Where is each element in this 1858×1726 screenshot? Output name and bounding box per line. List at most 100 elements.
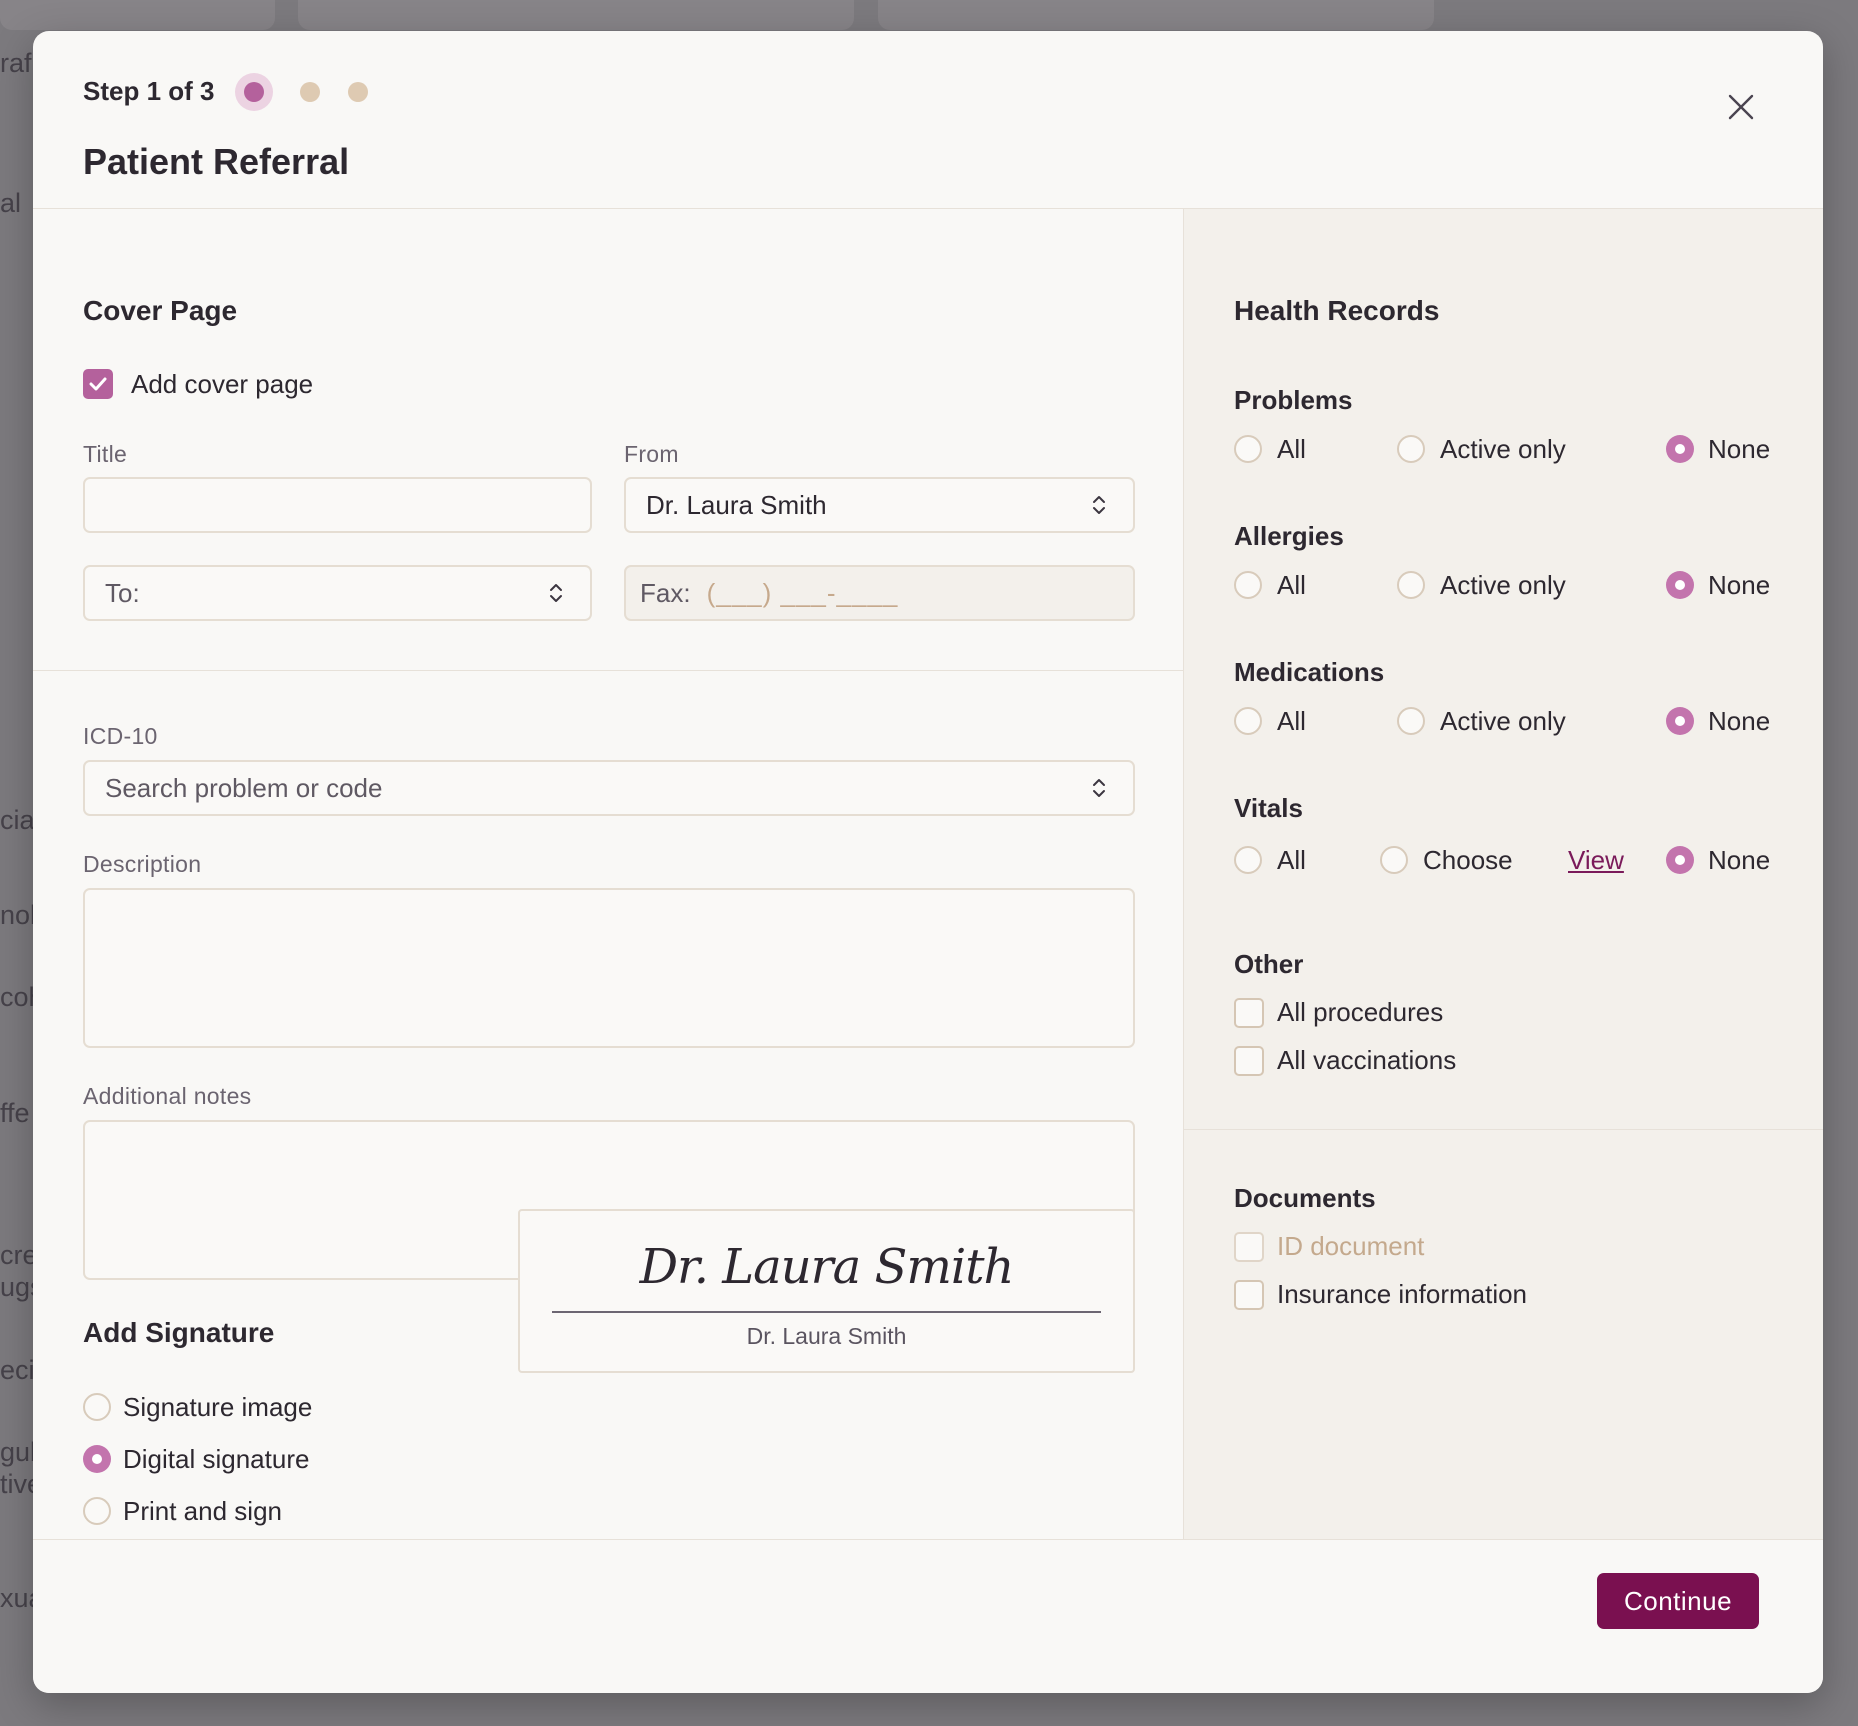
- add-cover-page-checkbox[interactable]: [83, 369, 113, 399]
- allergies-active-radio[interactable]: [1397, 571, 1425, 599]
- cover-page-title: Cover Page: [83, 295, 238, 326]
- step-dot-2: [300, 81, 321, 102]
- icd10-placeholder: Search problem or code: [105, 772, 383, 803]
- medications-active-radio[interactable]: [1397, 707, 1425, 735]
- step-dot-1: [244, 81, 265, 102]
- health-records-pane: Health Records Problems All Active only …: [1183, 209, 1823, 1539]
- chevron-updown-icon: [1093, 496, 1105, 514]
- vitals-choose-radio[interactable]: [1380, 846, 1408, 874]
- modal-title: Patient Referral: [83, 141, 350, 182]
- background-text: eci: [0, 1355, 35, 1385]
- background-text: cia: [0, 805, 35, 835]
- from-label: From: [624, 441, 679, 467]
- signature-line: [552, 1311, 1101, 1313]
- allergies-label: Allergies: [1234, 521, 1344, 551]
- add-signature-title: Add Signature: [83, 1317, 275, 1348]
- background-text: raf: [0, 48, 32, 78]
- medications-active-label: Active only: [1440, 706, 1566, 736]
- health-records-title: Health Records: [1234, 295, 1440, 326]
- medications-all-radio[interactable]: [1234, 707, 1262, 735]
- medications-none-radio[interactable]: [1666, 707, 1694, 735]
- id-document-checkbox[interactable]: [1234, 1232, 1264, 1262]
- digital-signature-radio[interactable]: [83, 1445, 111, 1473]
- print-and-sign-label: Print and sign: [123, 1496, 282, 1526]
- documents-label: Documents: [1234, 1183, 1376, 1213]
- signature-image-label: Signature image: [123, 1392, 313, 1422]
- icd10-search-select[interactable]: Search problem or code: [83, 760, 1135, 816]
- allergies-none-label: None: [1708, 570, 1771, 600]
- chevron-updown-icon: [550, 584, 562, 602]
- problems-label: Problems: [1234, 385, 1353, 415]
- vitals-all-label: All: [1277, 845, 1306, 875]
- close-icon: [1728, 94, 1754, 120]
- problems-active-label: Active only: [1440, 434, 1566, 464]
- other-label: Other: [1234, 949, 1304, 979]
- signature-image-radio[interactable]: [83, 1393, 111, 1421]
- continue-button[interactable]: Continue: [1597, 1573, 1759, 1629]
- section-divider: [33, 670, 1183, 671]
- all-procedures-label: All procedures: [1277, 997, 1444, 1027]
- step-dots: [238, 81, 396, 102]
- insurance-information-checkbox[interactable]: [1234, 1280, 1264, 1310]
- from-value: Dr. Laura Smith: [646, 489, 827, 520]
- to-select[interactable]: To:: [83, 565, 592, 621]
- vitals-none-radio[interactable]: [1666, 846, 1694, 874]
- allergies-active-label: Active only: [1440, 570, 1566, 600]
- problems-none-label: None: [1708, 434, 1771, 464]
- vitals-none-label: None: [1708, 845, 1771, 875]
- problems-all-label: All: [1277, 434, 1306, 464]
- medications-none-label: None: [1708, 706, 1771, 736]
- medications-label: Medications: [1234, 657, 1385, 687]
- step-dot-3: [348, 81, 369, 102]
- referral-modal: Step 1 of 3 Patient Referral Cover Page …: [33, 31, 1823, 1693]
- modal-footer: Continue: [33, 1539, 1823, 1693]
- print-and-sign-radio[interactable]: [83, 1497, 111, 1525]
- fax-input[interactable]: Fax: (___) ___-____: [624, 565, 1135, 621]
- problems-none-radio[interactable]: [1666, 435, 1694, 463]
- allergies-all-label: All: [1277, 570, 1306, 600]
- signature-script: Dr. Laura Smith: [639, 1239, 1015, 1295]
- problems-active-radio[interactable]: [1397, 435, 1425, 463]
- referral-form: Cover Page Add cover page Title From Dr.…: [33, 209, 1183, 1539]
- background-card: [298, 0, 854, 30]
- vitals-label: Vitals: [1234, 793, 1303, 823]
- to-placeholder: To:: [105, 577, 140, 608]
- digital-signature-label: Digital signature: [123, 1444, 310, 1474]
- section-divider: [1184, 1129, 1823, 1130]
- fax-mask: (___) ___-____: [706, 577, 899, 608]
- all-procedures-checkbox[interactable]: [1234, 998, 1264, 1028]
- close-button[interactable]: [1719, 85, 1763, 129]
- all-vaccinations-label: All vaccinations: [1277, 1045, 1457, 1075]
- vitals-all-radio[interactable]: [1234, 846, 1262, 874]
- signature-printed-name: Dr. Laura Smith: [746, 1323, 907, 1349]
- background-card: [0, 0, 275, 30]
- background-text: gul: [0, 1437, 37, 1467]
- description-label: Description: [83, 851, 202, 877]
- checkmark-icon: [89, 377, 107, 391]
- medications-all-label: All: [1277, 706, 1306, 736]
- all-vaccinations-checkbox[interactable]: [1234, 1046, 1264, 1076]
- vitals-choose-label: Choose: [1423, 845, 1513, 875]
- vitals-view-link[interactable]: View: [1568, 845, 1624, 876]
- from-select[interactable]: Dr. Laura Smith: [624, 477, 1135, 533]
- modal-header: Step 1 of 3 Patient Referral: [33, 31, 1823, 209]
- icd10-label: ICD-10: [83, 723, 158, 749]
- background-text: ffe: [0, 1098, 30, 1128]
- id-document-label: ID document: [1277, 1231, 1425, 1261]
- background-text: cre: [0, 1240, 38, 1270]
- allergies-all-radio[interactable]: [1234, 571, 1262, 599]
- allergies-none-radio[interactable]: [1666, 571, 1694, 599]
- step-text: Step 1 of 3: [83, 76, 215, 106]
- problems-all-radio[interactable]: [1234, 435, 1262, 463]
- signature-preview: Dr. Laura Smith Dr. Laura Smith: [518, 1209, 1135, 1373]
- add-cover-page-label: Add cover page: [131, 369, 314, 399]
- title-input[interactable]: [83, 477, 592, 533]
- chevron-updown-icon: [1093, 779, 1105, 797]
- background-text: al: [0, 188, 22, 218]
- background-card: [878, 0, 1434, 30]
- additional-notes-label: Additional notes: [83, 1083, 252, 1109]
- insurance-information-label: Insurance information: [1277, 1279, 1528, 1309]
- description-textarea[interactable]: [83, 888, 1135, 1048]
- title-label: Title: [83, 441, 128, 467]
- fax-prefix: Fax:: [640, 577, 691, 608]
